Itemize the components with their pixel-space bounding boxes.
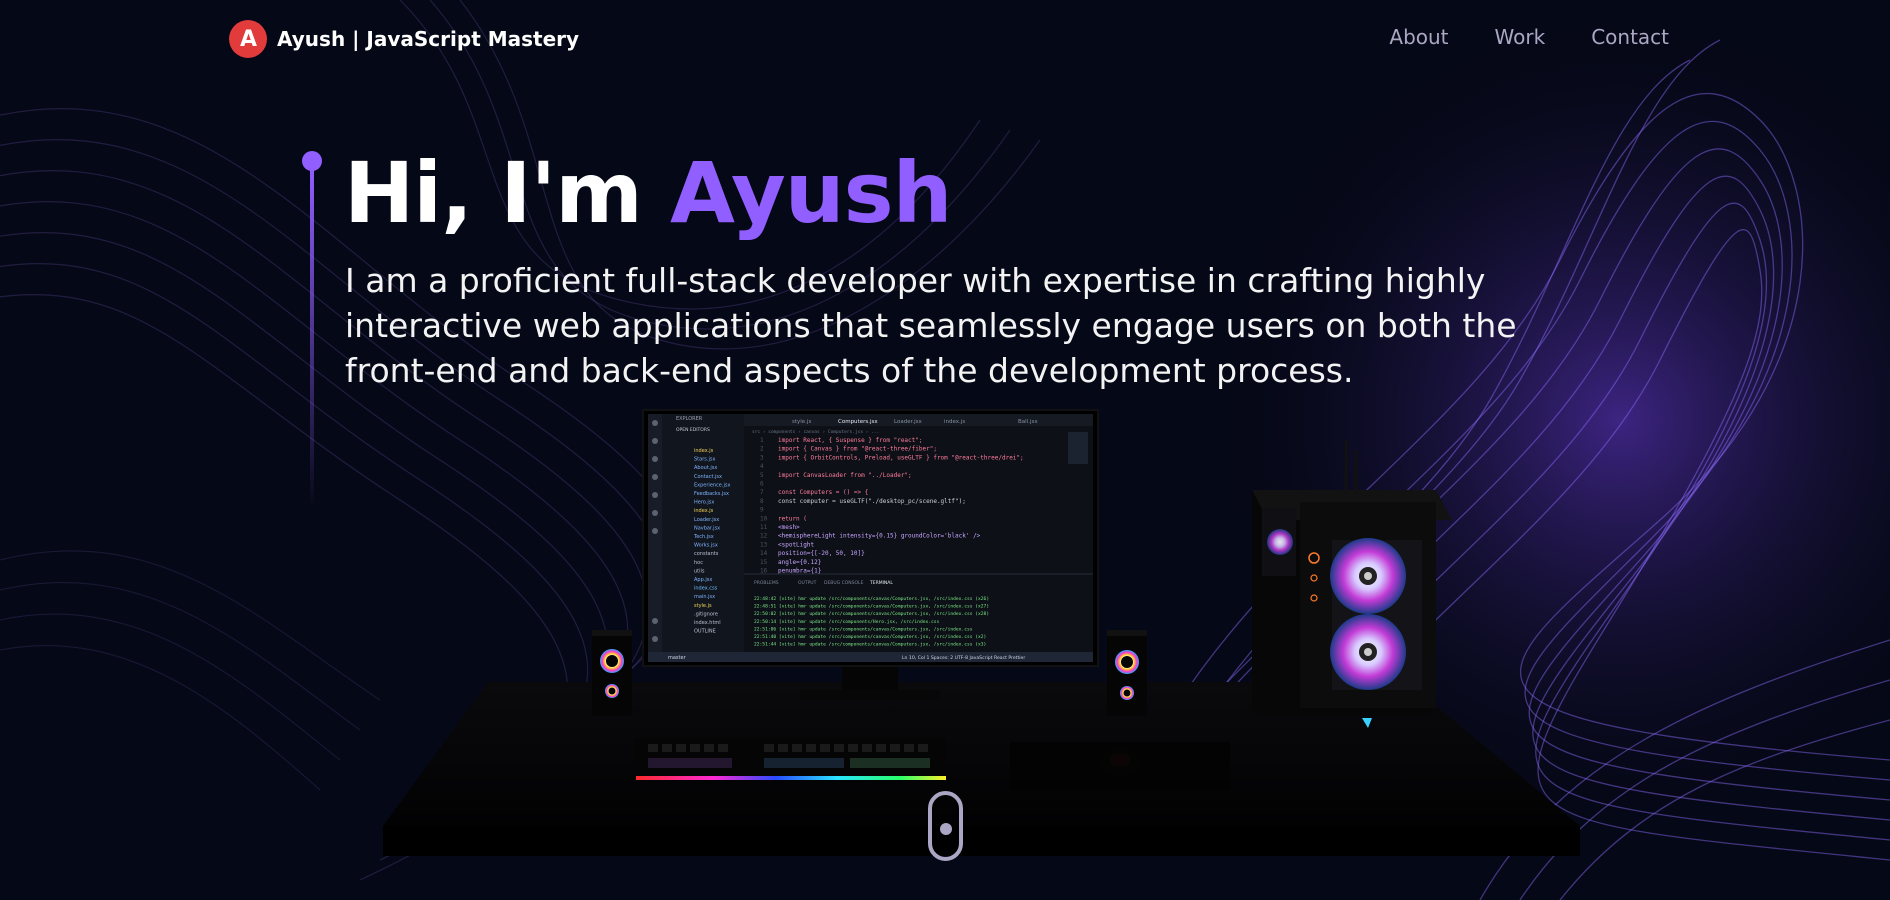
file-tree-item: Works.jsx [694,543,718,549]
code-line: import { Canvas } from "@react-three/fib… [778,446,937,453]
terminal-line: 22:50:02 [vite] hmr update /src/componen… [754,611,989,617]
file-tree-item: utils [694,568,705,574]
svg-text:src › components › canvas › Co: src › components › canvas › Computers.js… [752,429,879,435]
mousepad [1010,742,1230,790]
file-tree-item: Contact.jsx [694,474,722,480]
terminal-line: 22:48:51 [vite] hmr update /src/componen… [754,604,989,610]
file-tree-item: Stars.jsx [694,457,715,463]
status-bar-left: master [668,655,687,661]
terminal-line: 22:50:14 [vite] hmr update /src/componen… [754,619,940,625]
file-tree-item: index.js [694,448,714,454]
panel-tab: OUTPUT [798,580,817,586]
file-tree-item: OUTLINE [694,629,716,635]
code-line: <mesh> [778,524,800,531]
code-line-number: 2 [760,446,764,453]
code-line: angle={0.12} [778,559,821,566]
code-line-number: 16 [760,568,768,575]
editor-tab: style.js [792,419,811,425]
code-line-number: 13 [760,541,768,548]
right-speaker [1107,630,1147,716]
scroll-down-indicator[interactable] [928,791,963,861]
file-tree-item: Loader.jsx [694,517,719,523]
file-tree-item: style.js [694,603,712,609]
code-line: import { OrbitControls, Preload, useGLTF… [778,454,1024,461]
code-line-number: 15 [760,559,768,566]
keyboard [634,738,946,780]
code-line-number: 5 [760,472,764,479]
code-line-number: 1 [760,437,764,444]
file-tree-item: index.js [694,508,714,514]
file-tree-item: Feedbacks.jsx [694,491,729,497]
code-line-number: 14 [760,550,768,557]
editor-tab: Ball.jsx [1018,419,1038,425]
file-tree-item: Tech.jsx [693,534,714,540]
terminal-line: 22:51:40 [vite] hmr update /src/componen… [754,634,986,640]
file-tree-item: constants [694,551,719,557]
editor-tab: index.js [944,419,965,425]
code-line: penumbra={1} [778,568,821,575]
file-tree-item: Navbar.jsx [694,525,720,531]
left-speaker [592,630,632,716]
code-line-number: 12 [760,533,768,540]
pc-tower [1252,440,1452,728]
file-tree-item: Experience.jsx [694,482,730,488]
panel-tab: DEBUG CONSOLE [824,580,864,586]
code-line-number: 7 [760,489,764,496]
panel-tab: TERMINAL [869,580,893,586]
editor-open-editors: OPEN EDITORS [676,427,710,433]
code-line-number: 10 [760,515,768,522]
code-line-number: 4 [760,463,764,470]
terminal-line: 22:51:44 [vite] hmr update /src/componen… [754,642,986,648]
code-line-number: 6 [760,481,764,488]
terminal-line: 22:51:06 [vite] hmr update /src/componen… [754,626,973,632]
status-bar-right: Ln 10, Col 1 Spaces: 2 UTF-8 JavaScript … [902,655,1025,661]
terminal-line: 22:48:42 [vite] hmr update /src/componen… [754,596,989,602]
code-line-number: 9 [760,507,764,514]
editor-tab: Loader.jsx [894,419,922,425]
panel-tab: PROBLEMS [754,580,779,586]
file-tree-item: App.jsx [694,577,712,583]
editor-sidebar-title: EXPLORER [676,416,703,422]
code-line: const Computers = () => { [778,489,868,496]
desktop-pc-scene[interactable]: EXPLORER OPEN EDITORS index.js Stars.jsx A… [0,0,1890,900]
file-tree-item: Hero.jsx [694,500,714,506]
file-tree-item: hoc [694,560,703,566]
code-line: <hemisphereLight intensity={0.15} ground… [778,533,981,540]
code-line: <spotLight [778,541,815,548]
file-tree-item: About.jsx [694,465,717,471]
mouse-scroll-icon [939,823,952,835]
file-tree-item: index.html [694,620,721,626]
editor-tab: Computers.jsx [838,419,878,425]
code-line-number: 3 [760,454,764,461]
file-tree-item: index.css [694,586,718,592]
desk-front [383,826,1580,856]
code-line: const computer = useGLTF("./desktop_pc/s… [778,498,966,505]
code-line: return ( [778,515,807,522]
file-tree-item: main.jsx [694,594,715,600]
code-line-number: 11 [760,524,768,531]
code-line: position={[-20, 50, 10]} [778,550,865,557]
monitor-stand-base [800,690,940,700]
code-line: import CanvasLoader from "../Loader"; [778,472,912,479]
code-line-number: 8 [760,498,764,505]
code-line: import React, { Suspense } from "react"; [778,437,923,444]
file-tree-item: .gitignore [694,611,718,617]
